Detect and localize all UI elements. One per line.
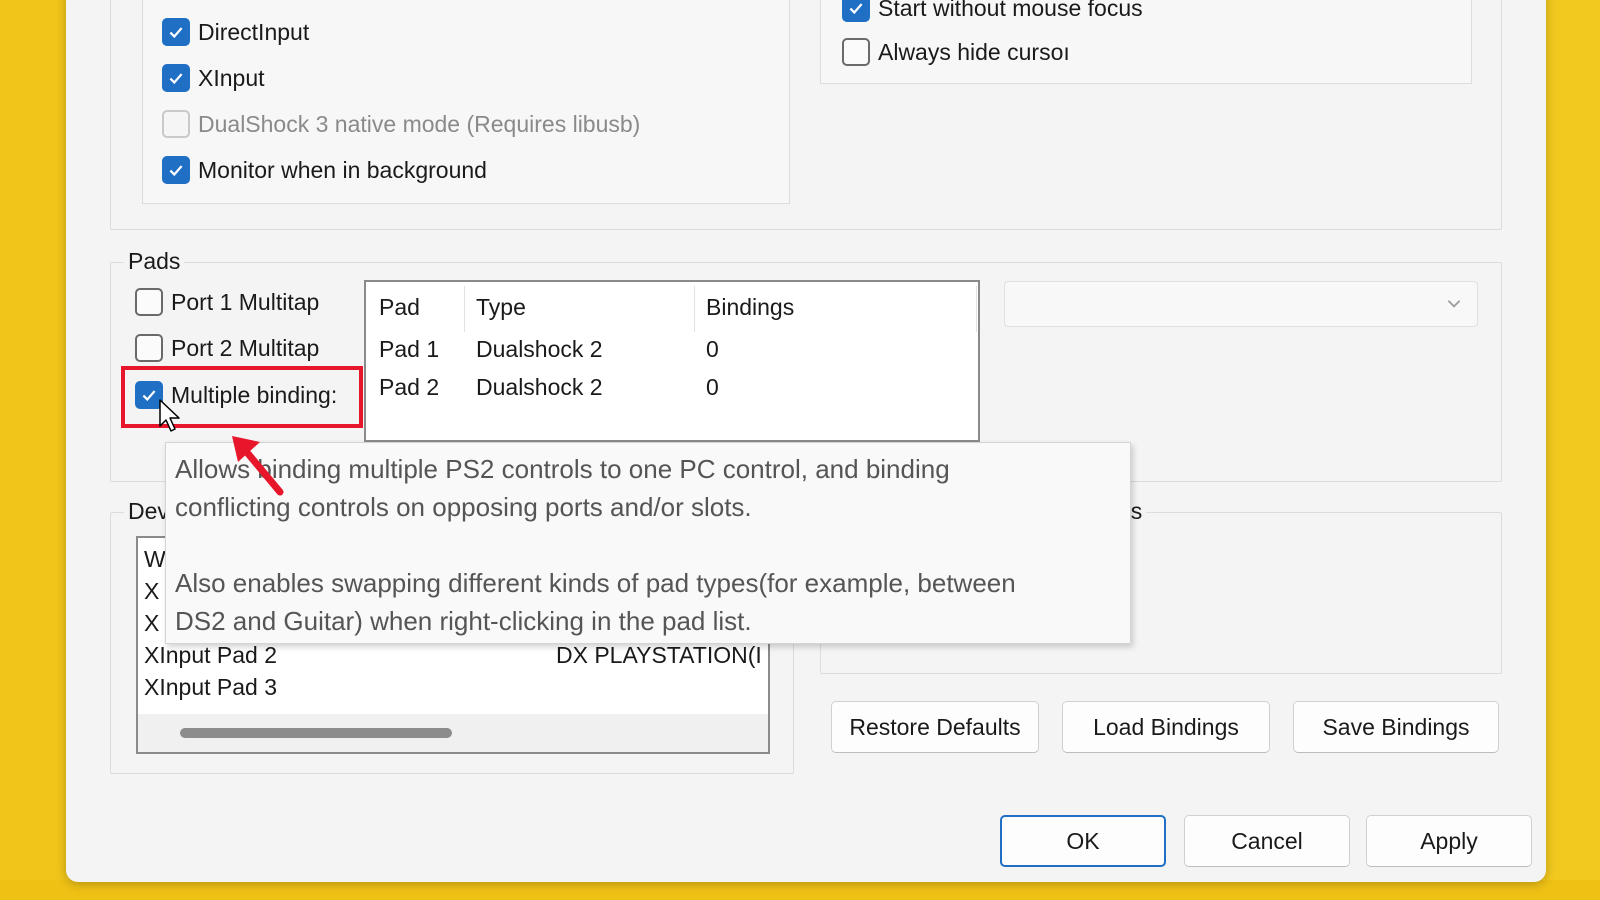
port2-multitap-checkbox[interactable]: Port 2 Multitap [135, 334, 319, 362]
background-left [0, 0, 66, 900]
column-separator [464, 286, 465, 332]
red-arrow-icon [232, 436, 284, 496]
table-cell-pad[interactable]: Pad 2 [379, 374, 439, 401]
start-without-focus-checkbox[interactable]: Start without mouse focus [842, 0, 1143, 22]
load-bindings-button[interactable]: Load Bindings [1062, 701, 1270, 753]
checkmark-icon [162, 64, 190, 92]
table-cell-type[interactable]: Dualshock 2 [476, 336, 603, 363]
background-bottom [0, 880, 1600, 900]
list-item-info: DX PLAYSTATION(I [556, 642, 762, 668]
checkmark-icon [162, 156, 190, 184]
always-hide-cursor-label: Always hide cursoı [878, 38, 1070, 65]
port2-multitap-label: Port 2 Multitap [171, 334, 320, 361]
table-cell-bindings[interactable]: 0 [706, 336, 719, 363]
port1-multitap-label: Port 1 Multitap [171, 288, 320, 315]
port1-multitap-checkbox[interactable]: Port 1 Multitap [135, 288, 319, 316]
mouse-cursor-icon [159, 399, 180, 432]
scrollbar-thumb[interactable] [180, 728, 452, 738]
horizontal-scrollbar[interactable] [138, 714, 768, 752]
checkmark-icon [162, 18, 190, 46]
xinput-label: XInput [198, 64, 265, 91]
table-cell-bindings[interactable]: 0 [706, 374, 719, 401]
tooltip-line: conflicting controls on opposing ports a… [175, 492, 752, 522]
xinput-checkbox[interactable]: XInput [162, 64, 265, 92]
column-header-bindings[interactable]: Bindings [706, 294, 794, 321]
cancel-button[interactable]: Cancel [1184, 815, 1350, 867]
dualshock3-native-label: DualShock 3 native mode (Requires libusb… [198, 110, 641, 137]
list-item[interactable]: X [144, 578, 159, 605]
tooltip: Allows binding multiple PS2 controls to … [165, 442, 1131, 644]
save-bindings-button[interactable]: Save Bindings [1293, 701, 1499, 753]
tooltip-line: Allows binding multiple PS2 controls to … [175, 454, 950, 484]
table-cell-pad[interactable]: Pad 1 [379, 336, 439, 363]
start-without-focus-label: Start without mouse focus [878, 0, 1143, 21]
checkbox-box [135, 334, 163, 362]
checkbox-box [162, 110, 190, 138]
tooltip-line: DS2 and Guitar) when right-clicking in t… [175, 606, 752, 636]
table-header: Pad Type Bindings [366, 282, 978, 334]
table-cell-type[interactable]: Dualshock 2 [476, 374, 603, 401]
checkmark-icon [842, 0, 870, 22]
monitor-background-label: Monitor when in background [198, 156, 487, 183]
checkbox-box [842, 38, 870, 66]
checkbox-box [135, 288, 163, 316]
chevron-down-icon [1447, 300, 1461, 308]
monitor-background-checkbox[interactable]: Monitor when in background [162, 156, 487, 184]
ok-button[interactable]: OK [1000, 815, 1166, 867]
list-item[interactable]: XInput Pad 3 [144, 674, 277, 701]
column-header-pad[interactable]: Pad [379, 294, 420, 321]
column-header-type[interactable]: Type [476, 294, 526, 321]
dualshock3-native-checkbox: DualShock 3 native mode (Requires libusb… [162, 110, 640, 138]
list-item[interactable]: W [144, 546, 166, 573]
pad-list-table[interactable]: Pad Type Bindings Pad 1 Dualshock 2 0 Pa… [364, 280, 980, 442]
pad-type-dropdown[interactable] [1004, 281, 1478, 327]
directinput-label: DirectInput [198, 18, 310, 45]
pads-legend: Pads [124, 248, 185, 275]
list-item[interactable]: XInput Pad 2 [144, 642, 277, 669]
tooltip-line: Also enables swapping different kinds of… [175, 568, 1016, 598]
restore-defaults-button[interactable]: Restore Defaults [831, 701, 1039, 753]
list-item[interactable]: X [144, 610, 159, 637]
apply-button[interactable]: Apply [1366, 815, 1532, 867]
always-hide-cursor-checkbox[interactable]: Always hide cursoı [842, 38, 1070, 66]
directinput-checkbox[interactable]: DirectInput [162, 18, 309, 46]
column-separator [976, 286, 977, 332]
column-separator [694, 286, 695, 332]
